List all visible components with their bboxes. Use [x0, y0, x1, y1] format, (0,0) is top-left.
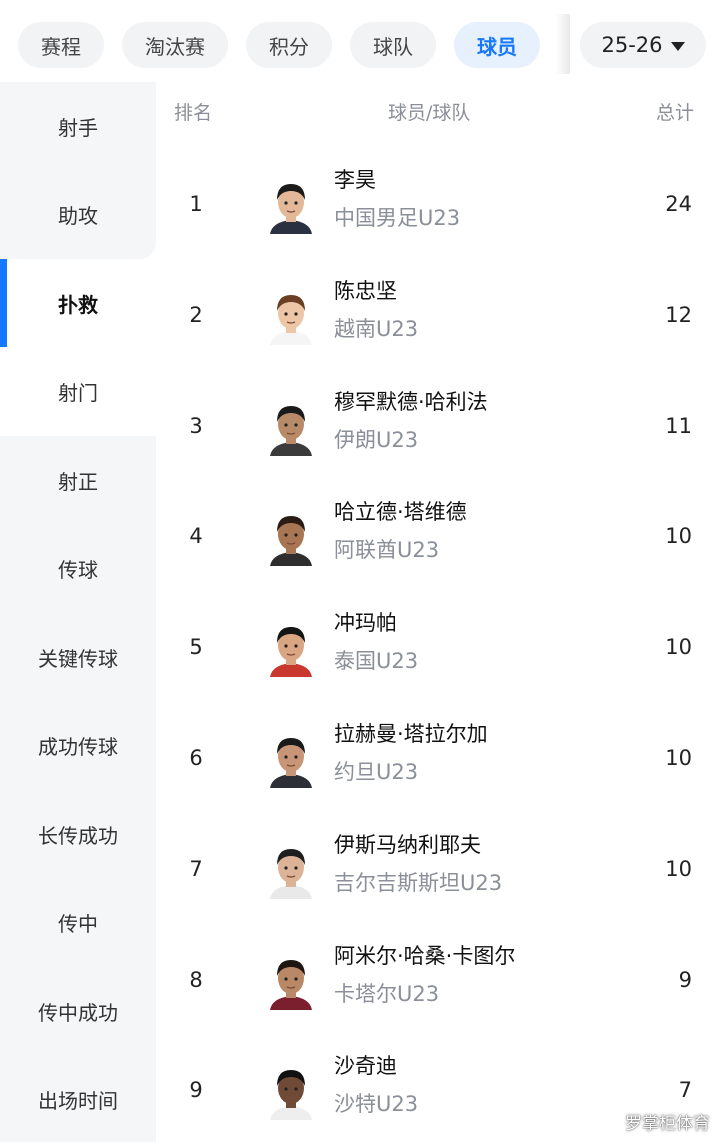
- stat-category-sidebar: 射手助攻扑救射门射正传球关键传球成功传球长传成功传中传中成功出场时间: [0, 82, 156, 1142]
- rank-number: 2: [189, 302, 203, 327]
- stat-total: 9: [678, 967, 692, 992]
- player-row[interactable]: 8 阿米尔·哈桑·卡图尔 卡塔尔U23 9: [156, 932, 720, 1043]
- player-row[interactable]: 6 拉赫曼·塔拉尔加 约旦U23 10: [156, 710, 720, 821]
- player-row[interactable]: 3 穆罕默德·哈利法 伊朗U23 11: [156, 378, 720, 489]
- player-name: 伊斯马纳利耶夫: [334, 832, 481, 857]
- player-team: 中国男足U23: [334, 206, 461, 230]
- player-team: 伊朗U23: [334, 427, 419, 452]
- player-team: 约旦U23: [334, 760, 419, 784]
- tab-standings[interactable]: 积分: [246, 22, 332, 68]
- rank-number: 8: [189, 967, 203, 992]
- player-avatar: [268, 289, 314, 345]
- tab-knockout[interactable]: 淘汰赛: [122, 22, 228, 68]
- sidebar-item-label: 出场时间: [38, 1089, 118, 1113]
- player-team: 越南U23: [334, 316, 419, 341]
- player-team: 吉尔吉斯斯坦U23: [334, 870, 503, 895]
- player-row[interactable]: 5 冲玛帕泰国U23 10: [156, 599, 720, 710]
- sidebar-item[interactable]: 射门: [0, 348, 156, 436]
- stat-total: 10: [665, 856, 692, 881]
- sidebar-item[interactable]: 射正: [0, 436, 156, 524]
- watermark: 罗掌柜体育: [625, 1114, 710, 1134]
- header-total: 总计: [656, 102, 695, 124]
- tab-schedule[interactable]: 赛程: [18, 22, 104, 68]
- sidebar-item[interactable]: 出场时间: [0, 1056, 156, 1142]
- player-name: 阿米尔·哈桑·卡图尔: [334, 943, 516, 968]
- player-name: 陈忠坚: [334, 278, 397, 303]
- stat-total: 10: [665, 746, 692, 770]
- sidebar-item-label: 射正: [58, 469, 98, 494]
- player-avatar: [268, 843, 314, 899]
- sidebar-item-label: 射门: [58, 381, 98, 405]
- stat-total: 7: [678, 1078, 692, 1103]
- player-avatar: [268, 621, 314, 678]
- sidebar-item[interactable]: 成功传球: [0, 702, 156, 790]
- sidebar-item[interactable]: 传中成功: [0, 967, 156, 1055]
- player-name: 拉赫曼·塔拉尔加: [334, 722, 488, 746]
- player-row[interactable]: 1 李昊中国男足U23 24: [156, 156, 720, 267]
- sidebar-item[interactable]: 射手: [0, 82, 156, 170]
- player-team: 卡塔尔U23: [334, 981, 440, 1006]
- player-avatar: [268, 732, 314, 788]
- stat-total: 11: [665, 413, 692, 438]
- player-row[interactable]: 2 陈忠坚越南U23 12: [156, 267, 720, 378]
- player-avatar: [268, 510, 314, 567]
- season-label: 25-26: [601, 33, 663, 57]
- player-avatar: [268, 178, 314, 234]
- player-row[interactable]: 7 伊斯马纳利耶夫 吉尔吉斯斯坦U23 10: [156, 821, 720, 932]
- player-team: 沙特U23: [334, 1092, 419, 1117]
- sidebar-item[interactable]: 长传成功: [0, 790, 156, 878]
- sidebar-item-label: 射手: [58, 115, 98, 140]
- sidebar-item[interactable]: 扑救: [0, 259, 156, 347]
- sidebar-item[interactable]: 传球: [0, 525, 156, 613]
- player-name: 冲玛帕: [334, 611, 397, 636]
- stat-total: 10: [665, 524, 692, 549]
- header-player-team: 球员/球队: [388, 102, 471, 124]
- player-row[interactable]: 4 哈立德·塔维德 阿联酋U23 10: [156, 488, 720, 599]
- player-name: 沙奇迪: [334, 1054, 397, 1079]
- sidebar-item-label: 传球: [58, 558, 98, 582]
- tab-scroll-shadow: [556, 14, 570, 74]
- player-name: 李昊: [334, 168, 376, 192]
- stat-total: 12: [665, 302, 692, 327]
- rank-number: 1: [189, 192, 203, 216]
- sidebar-item-label: 关键传球: [38, 646, 118, 671]
- player-team: 泰国U23: [334, 649, 419, 674]
- stat-total: 24: [665, 192, 692, 216]
- sidebar-item-label: 助攻: [58, 204, 98, 228]
- rank-number: 4: [189, 524, 203, 549]
- sidebar-item-label: 扑救: [58, 292, 98, 317]
- player-team: 阿联酋U23: [334, 538, 440, 563]
- rank-number: 6: [189, 746, 203, 770]
- sidebar-item-label: 传中: [58, 912, 98, 936]
- player-avatar: [268, 400, 314, 456]
- player-avatar: [268, 1064, 314, 1121]
- sidebar-item-label: 长传成功: [38, 823, 118, 848]
- player-avatar: [268, 954, 314, 1010]
- sidebar-item-label: 传中成功: [38, 1000, 118, 1025]
- rank-number: 7: [189, 856, 203, 881]
- rank-number: 3: [189, 413, 203, 438]
- player-name: 穆罕默德·哈利法: [334, 389, 488, 414]
- player-name: 哈立德·塔维德: [334, 500, 467, 525]
- sidebar-item-label: 成功传球: [38, 735, 118, 759]
- sidebar-item[interactable]: 关键传球: [0, 613, 156, 701]
- header-rank: 排名: [174, 102, 213, 124]
- stat-total: 10: [665, 635, 692, 660]
- rank-number: 9: [189, 1078, 203, 1103]
- season-selector[interactable]: 25-26: [580, 22, 706, 68]
- tab-teams[interactable]: 球队: [350, 22, 436, 68]
- sidebar-item[interactable]: 助攻: [0, 170, 156, 259]
- top-tab-bar: 赛程 淘汰赛 积分 球队 球员 25-26: [0, 0, 720, 82]
- rank-number: 5: [189, 635, 203, 660]
- tab-players[interactable]: 球员: [454, 22, 540, 68]
- sidebar-item[interactable]: 传中: [0, 879, 156, 967]
- caret-down-icon: [670, 41, 685, 51]
